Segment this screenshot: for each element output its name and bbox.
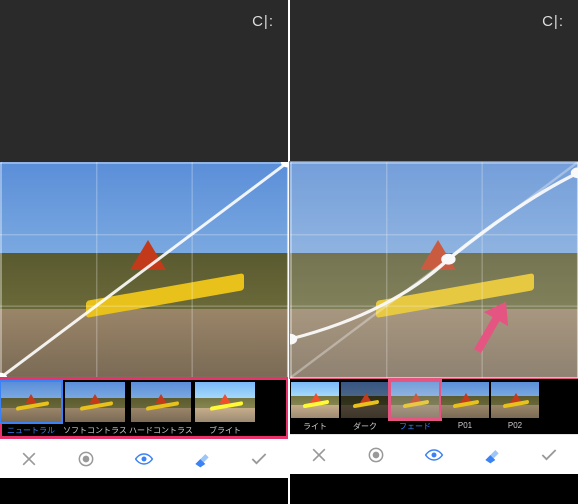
canvas-wrap [0, 162, 288, 378]
tool-contrast-icon[interactable] [70, 443, 102, 475]
panel-left: C|: ニュートラル ソフトコントラスト ハードコントラスト [0, 0, 288, 504]
tool-contrast-icon[interactable] [360, 439, 392, 471]
compare-icon[interactable]: C|: [542, 13, 564, 30]
preset-light[interactable]: ライト [291, 382, 339, 432]
preset-strip: ニュートラル ソフトコントラスト ハードコントラスト ブライト [0, 378, 288, 438]
tone-curve[interactable] [290, 162, 578, 378]
preset-hard-contrast[interactable]: ハードコントラスト [129, 382, 193, 436]
preset-label: ソフトコントラスト [63, 425, 127, 436]
preset-strip: ライト ダーク フェード P01 P02 [290, 378, 578, 434]
topbar: C|: [0, 0, 288, 42]
image-canvas[interactable] [0, 162, 288, 378]
preset-fade[interactable]: フェード [391, 382, 439, 432]
topbar: C|: [290, 0, 578, 42]
preset-label: ハードコントラスト [129, 425, 193, 436]
canvas-wrap [290, 162, 578, 378]
preset-p01[interactable]: P01 [441, 382, 489, 432]
tool-eraser-icon[interactable] [186, 443, 218, 475]
bottom-toolbar [290, 434, 578, 474]
preset-label: フェード [399, 421, 431, 432]
preset-bright[interactable]: ブライト [195, 382, 255, 436]
accept-button[interactable] [243, 443, 275, 475]
preset-p02[interactable]: P02 [491, 382, 539, 432]
tool-eye-icon[interactable] [128, 443, 160, 475]
preset-soft-contrast[interactable]: ソフトコントラスト [63, 382, 127, 436]
close-button[interactable] [13, 443, 45, 475]
tool-eye-icon[interactable] [418, 439, 450, 471]
preset-label: ニュートラル [7, 425, 55, 436]
tool-eraser-icon[interactable] [476, 439, 508, 471]
panel-right: C|: ライト ダーク フェード [288, 0, 578, 504]
bottom-toolbar [0, 438, 288, 478]
preset-label: P02 [508, 421, 522, 430]
preset-label: ダーク [353, 421, 377, 432]
close-button[interactable] [303, 439, 335, 471]
spacer [290, 42, 578, 162]
spacer [0, 42, 288, 162]
preset-dark[interactable]: ダーク [341, 382, 389, 432]
preset-label: P01 [458, 421, 472, 430]
preset-neutral[interactable]: ニュートラル [1, 382, 61, 436]
preset-label: ブライト [209, 425, 241, 436]
preset-label: ライト [303, 421, 327, 432]
tone-curve[interactable] [0, 162, 288, 378]
compare-icon[interactable]: C|: [252, 13, 274, 30]
image-canvas[interactable] [290, 162, 578, 378]
accept-button[interactable] [533, 439, 565, 471]
